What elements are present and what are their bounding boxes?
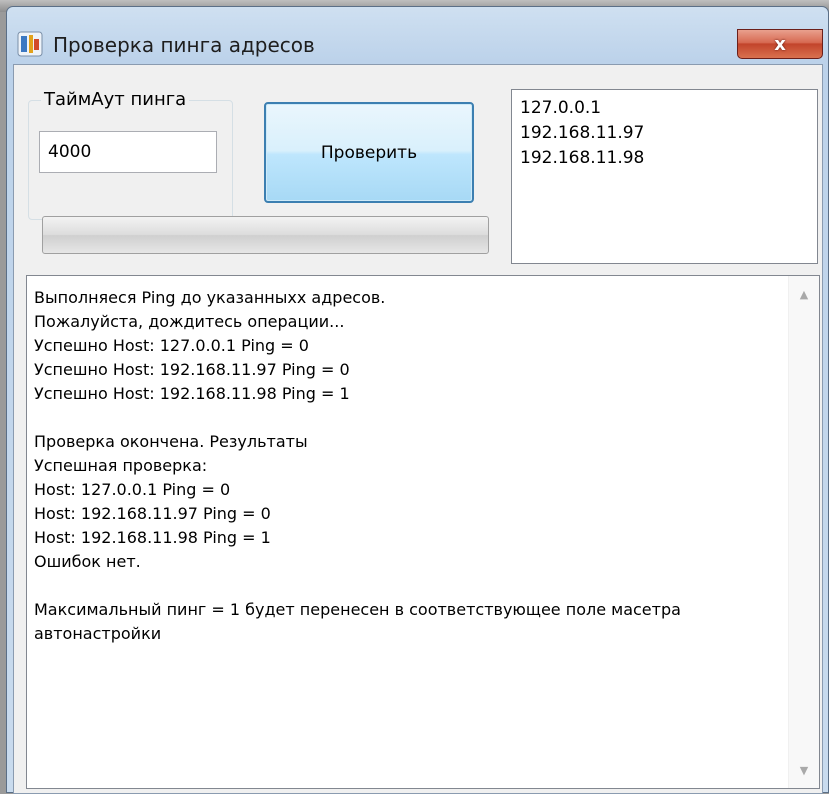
ping-check-window: Проверка пинга адресов x ТаймАут пинга П… [6,6,829,794]
timeout-group-label: ТаймАут пинга [41,89,190,110]
log-line: Проверка окончена. Результаты [34,432,308,451]
log-content: Выполняеся Ping до указанныхх адресов. По… [34,286,785,646]
log-line: Успешно Host: 127.0.0.1 Ping = 0 [34,336,309,355]
check-button[interactable]: Проверить [264,102,474,203]
progress-bar [42,216,489,254]
address-list-item[interactable]: 127.0.0.1 [520,96,809,121]
log-line: Успешная проверка: [34,456,208,475]
log-line: Максимальный пинг = 1 будет перенесен в … [34,600,681,643]
log-line: Выполняеся Ping до указанныхх адресов. [34,288,386,307]
log-line: Host: 192.168.11.98 Ping = 1 [34,528,271,547]
scroll-down-icon[interactable]: ▼ [789,756,819,784]
log-line: Host: 127.0.0.1 Ping = 0 [34,480,231,499]
log-line: Ошибок нет. [34,552,141,571]
timeout-group: ТаймАут пинга [28,89,233,220]
vertical-scrollbar[interactable]: ▲ ▼ [788,276,819,788]
close-icon: x [774,33,786,55]
window-title: Проверка пинга адресов [53,33,315,57]
scroll-up-icon[interactable]: ▲ [789,280,819,308]
log-line: Успешно Host: 192.168.11.97 Ping = 0 [34,360,350,379]
log-blank-line [34,574,785,598]
tools-icon [17,31,43,57]
log-line: Пожалуйста, дождитесь операции... [34,312,345,331]
close-button[interactable]: x [737,29,823,59]
log-blank-line [34,406,785,430]
timeout-input[interactable] [39,131,217,173]
address-list-item[interactable]: 192.168.11.98 [520,146,809,171]
log-line: Успешно Host: 192.168.11.98 Ping = 1 [34,384,350,403]
title-bar[interactable]: Проверка пинга адресов x [7,7,828,67]
log-textbox[interactable]: Выполняеся Ping до указанныхх адресов. По… [26,275,820,789]
log-line: Host: 192.168.11.97 Ping = 0 [34,504,271,523]
address-list-item[interactable]: 192.168.11.97 [520,121,809,146]
client-area: ТаймАут пинга Проверить 127.0.0.1192.168… [13,64,823,794]
address-list[interactable]: 127.0.0.1 192.168.11.97 192.168.11.98 [511,89,818,264]
